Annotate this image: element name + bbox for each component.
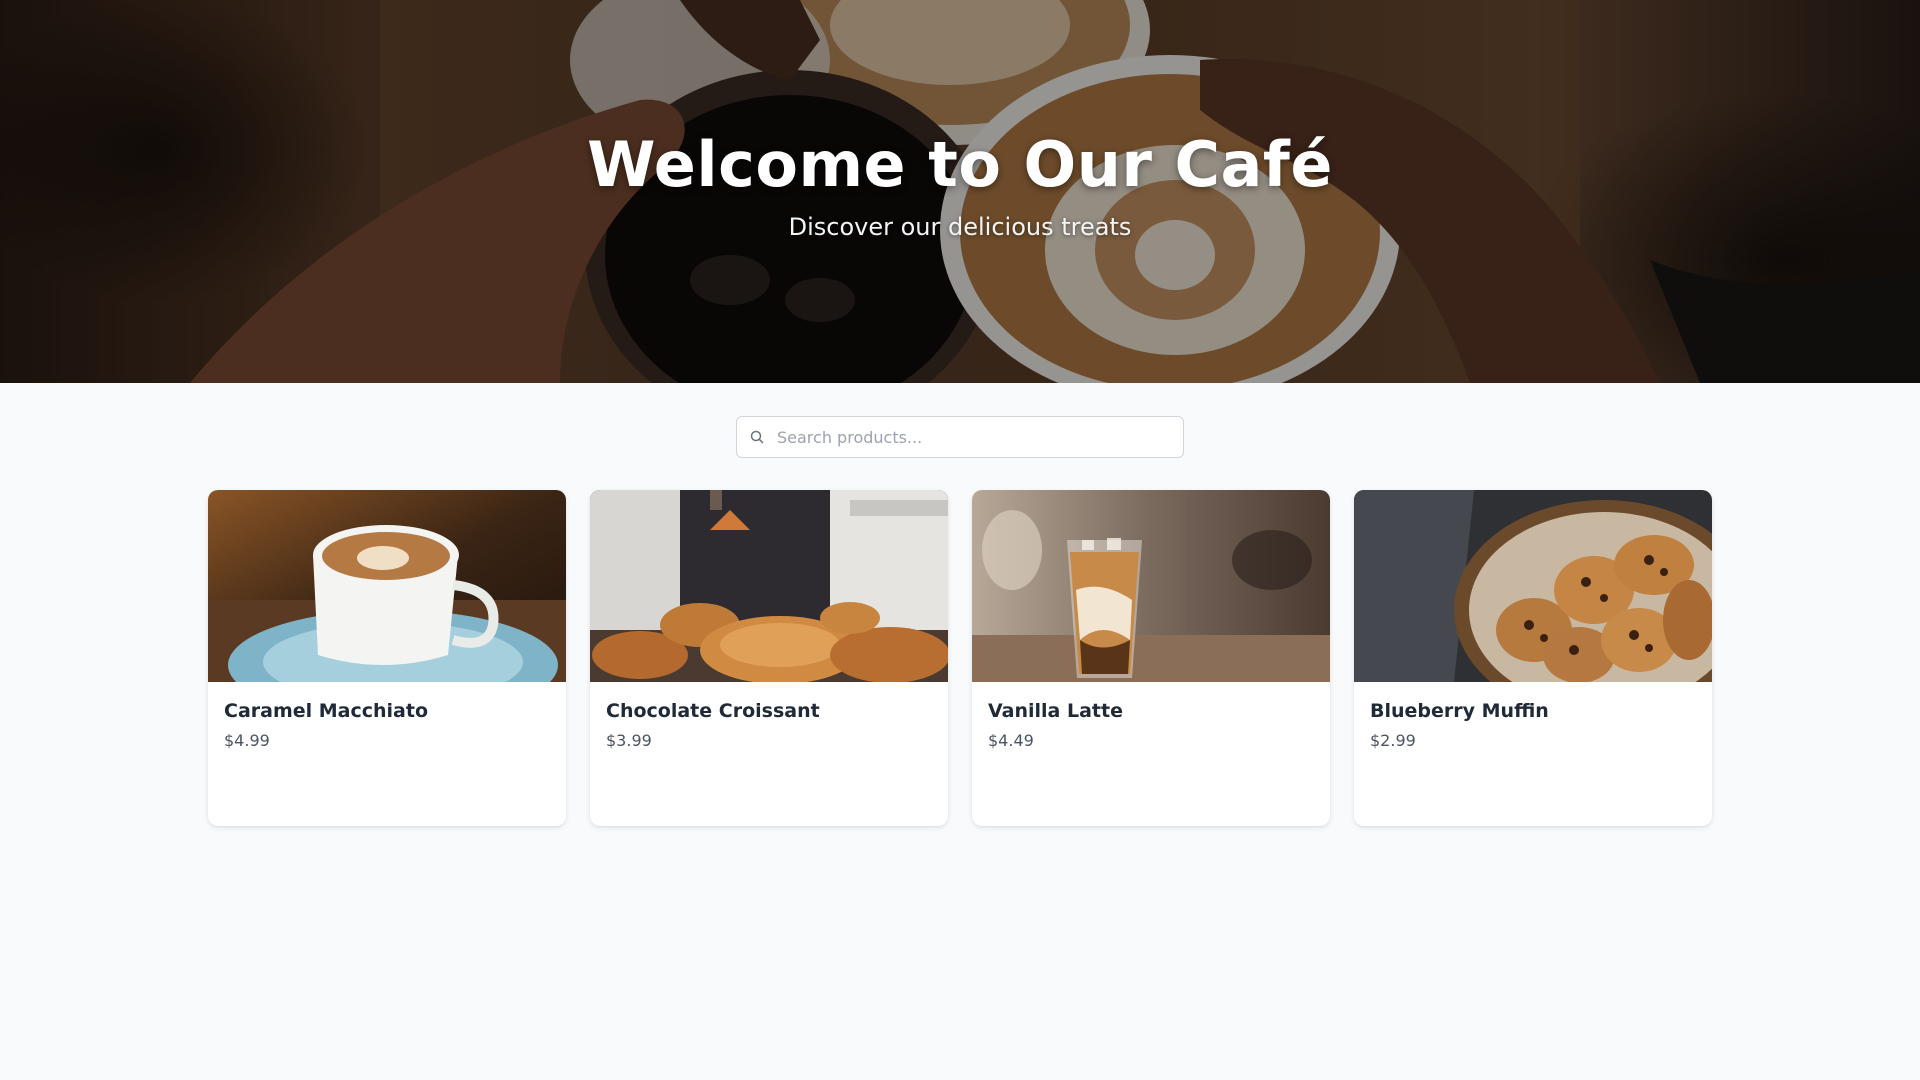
product-name: Caramel Macchiato (224, 700, 429, 722)
coffee-cup-image[interactable] (208, 490, 566, 682)
hero-banner: Welcome to Our Café Discover our delicio… (0, 0, 1920, 383)
product-card[interactable]: Caramel Macchiato $4.99 (208, 490, 566, 826)
iced-latte-image[interactable] (972, 490, 1330, 682)
product-card[interactable]: Chocolate Croissant $3.99 (590, 490, 948, 826)
search-bar[interactable] (736, 416, 1184, 458)
product-grid: Caramel Macchiato $4.99 Chocolate Croiss… (208, 490, 1712, 826)
product-name: Vanilla Latte (988, 700, 1123, 722)
search-input[interactable] (777, 417, 1177, 457)
product-price: $4.49 (988, 731, 1034, 750)
hero-title: Welcome to Our Café (587, 128, 1333, 201)
search-icon (750, 430, 764, 444)
product-price: $2.99 (1370, 731, 1416, 750)
product-card[interactable]: Blueberry Muffin $2.99 (1354, 490, 1712, 826)
product-card[interactable]: Vanilla Latte $4.49 (972, 490, 1330, 826)
product-name: Blueberry Muffin (1370, 700, 1549, 722)
cookies-basket-image[interactable] (1354, 490, 1712, 682)
product-name: Chocolate Croissant (606, 700, 820, 722)
product-price: $3.99 (606, 731, 652, 750)
croissant-image[interactable] (590, 490, 948, 682)
hero-subtitle: Discover our delicious treats (788, 213, 1132, 241)
product-price: $4.99 (224, 731, 270, 750)
